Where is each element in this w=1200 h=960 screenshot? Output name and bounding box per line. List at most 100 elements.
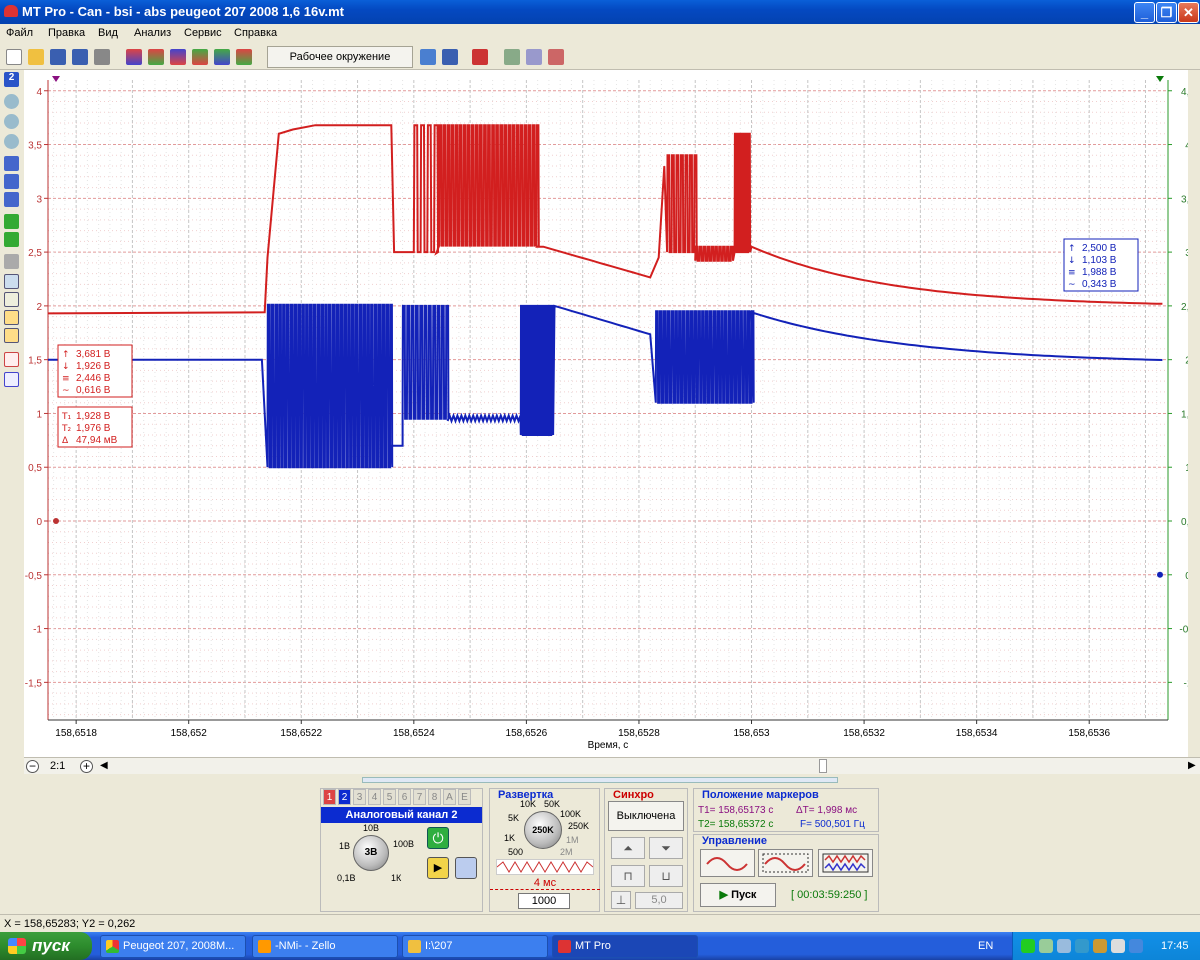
sync-level-icon[interactable]: ⊥ (611, 891, 631, 909)
blue-channel-icon[interactable] (4, 372, 19, 387)
sync-pulse-inverse-icon[interactable]: ⊔ (649, 865, 683, 887)
scroll-thumb[interactable] (819, 759, 827, 773)
marker-values-icon[interactable] (4, 328, 19, 343)
sweep-points-input[interactable]: 1000 (518, 893, 570, 909)
save-workspace-icon[interactable] (442, 49, 458, 65)
zoom-minus-button[interactable]: − (26, 760, 39, 773)
print-icon[interactable] (94, 49, 110, 65)
scale-label-100v: 100В (393, 839, 415, 849)
undo-icon[interactable] (420, 49, 436, 65)
maximize-button[interactable]: ❐ (1156, 2, 1177, 23)
calculator-icon[interactable] (455, 857, 477, 879)
check-icon[interactable] (1021, 939, 1035, 953)
channel-tab-2[interactable]: 2 (338, 789, 351, 805)
scale-fit-icon[interactable] (4, 174, 19, 189)
display-icon[interactable] (1057, 939, 1071, 953)
zoom-reset-icon[interactable] (4, 114, 19, 129)
channel-tab-6[interactable]: 6 (398, 789, 411, 805)
sync-falling-edge-icon[interactable]: ⏷ (649, 837, 683, 859)
channel-tab-7[interactable]: 7 (413, 789, 426, 805)
taskbar-item-zello[interactable]: -NMi- - Zello (252, 935, 398, 958)
channel-tab-a[interactable]: A (443, 789, 456, 805)
start-menu-button[interactable]: пуск (0, 932, 92, 960)
move-down-icon[interactable] (4, 232, 19, 247)
start-label: Пуск (731, 889, 757, 901)
scroll-right-icon[interactable]: ▶ (1188, 760, 1196, 771)
signal-icon-4[interactable] (192, 49, 208, 65)
language-indicator[interactable]: EN (978, 940, 993, 952)
signal-icon-3[interactable] (170, 49, 186, 65)
start-button[interactable]: ▶ Пуск (700, 883, 776, 907)
menu-help[interactable]: Справка (234, 27, 277, 39)
taskbar-item-mtpro[interactable]: MT Pro (552, 935, 698, 958)
menu-analysis[interactable]: Анализ (134, 27, 171, 39)
max-arrow-icon: ↑ (62, 350, 70, 360)
label-icon[interactable] (4, 292, 19, 307)
panel-splitter[interactable] (362, 777, 838, 783)
cycle-mode-button[interactable] (758, 849, 813, 877)
channel-tab-4[interactable]: 4 (368, 789, 381, 805)
signal-icon-2[interactable] (148, 49, 164, 65)
left-toolbar: 2 (0, 70, 24, 760)
mtpro-icon (558, 940, 571, 953)
close-button[interactable]: ✕ (1178, 2, 1199, 23)
channel-play-button[interactable]: ▶ (427, 857, 449, 879)
sync-mode-dropdown[interactable]: Выключена (608, 801, 684, 831)
channel-power-button[interactable]: ⏻ (427, 827, 449, 849)
sweep-knob[interactable]: 250K (524, 811, 562, 849)
device-icon[interactable] (1075, 939, 1089, 953)
scale-up-icon[interactable] (4, 156, 19, 171)
channel-tab-3[interactable]: 3 (353, 789, 366, 805)
single-mode-button[interactable] (700, 849, 755, 877)
sync-pulse-icon[interactable]: ⊓ (611, 865, 645, 887)
zoom-out-icon[interactable] (4, 94, 19, 109)
scroll-left-icon[interactable]: ◀ (100, 760, 108, 771)
menu-service[interactable]: Сервис (184, 27, 222, 39)
new-file-icon[interactable] (6, 49, 22, 65)
menu-view[interactable]: Вид (98, 27, 118, 39)
sync-level-input[interactable]: 5,0 (635, 892, 683, 909)
left-tick-label: 1 (36, 409, 42, 420)
horizontal-scrollbar[interactable]: − 2:1 + ◀ ▶ (24, 757, 1200, 774)
minimize-button[interactable]: _ (1134, 2, 1155, 23)
save-icon[interactable] (50, 49, 66, 65)
network-icon[interactable] (1039, 939, 1053, 953)
sync-rising-edge-icon[interactable]: ⏶ (611, 837, 645, 859)
record-mode-button[interactable] (818, 849, 873, 877)
signal-icon-1[interactable] (126, 49, 142, 65)
move-up-icon[interactable] (4, 214, 19, 229)
taskbar-item-browser[interactable]: Peugeot 207, 2008M... (100, 935, 246, 958)
crosshair-icon[interactable] (548, 49, 564, 65)
channel-tab-e[interactable]: E (458, 789, 471, 805)
channel-tab-1[interactable]: 1 (323, 789, 336, 805)
shield-icon[interactable] (1093, 939, 1107, 953)
update-icon[interactable] (1129, 939, 1143, 953)
save-as-icon[interactable] (72, 49, 88, 65)
car-icon[interactable] (472, 49, 488, 65)
t1-icon: T₁ (61, 412, 71, 422)
red-channel-icon[interactable] (4, 352, 19, 367)
workspace-dropdown[interactable]: Рабочее окружение (267, 46, 413, 68)
menu-edit[interactable]: Правка (48, 27, 85, 39)
markers-icon[interactable] (4, 310, 19, 325)
oscilloscope-chart[interactable]: 4 3,5 3 2,5 2 1,5 1 0,5 0 -0,5 -1 -1,5 4,5 4 3,5 3 2,5 2 1… (24, 70, 1188, 760)
grid-icon[interactable] (526, 49, 542, 65)
channel-tab-5[interactable]: 5 (383, 789, 396, 805)
menu-file[interactable]: Файл (6, 27, 33, 39)
signal-icon-5[interactable] (214, 49, 230, 65)
scale-down-icon[interactable] (4, 192, 19, 207)
cursor-icon[interactable] (4, 274, 19, 289)
taskbar-item-folder[interactable]: I:\207 (402, 935, 548, 958)
left-tick-label: 2 (36, 302, 42, 313)
signal-icon-6[interactable] (236, 49, 252, 65)
channel-2-icon[interactable]: 2 (4, 72, 19, 87)
grid-toggle-icon[interactable] (4, 254, 19, 269)
measure-icon[interactable] (504, 49, 520, 65)
volume-icon[interactable] (1111, 939, 1125, 953)
channel-tab-8[interactable]: 8 (428, 789, 441, 805)
chart-svg[interactable]: 4 3,5 3 2,5 2 1,5 1 0,5 0 -0,5 -1 -1,5 4,5 4 3,5 3 2,5 2 1… (24, 70, 1188, 760)
zoom-plus-button[interactable]: + (80, 760, 93, 773)
zoom-in-icon[interactable] (4, 134, 19, 149)
open-folder-icon[interactable] (28, 49, 44, 65)
voltage-knob[interactable]: 3В (353, 835, 389, 871)
